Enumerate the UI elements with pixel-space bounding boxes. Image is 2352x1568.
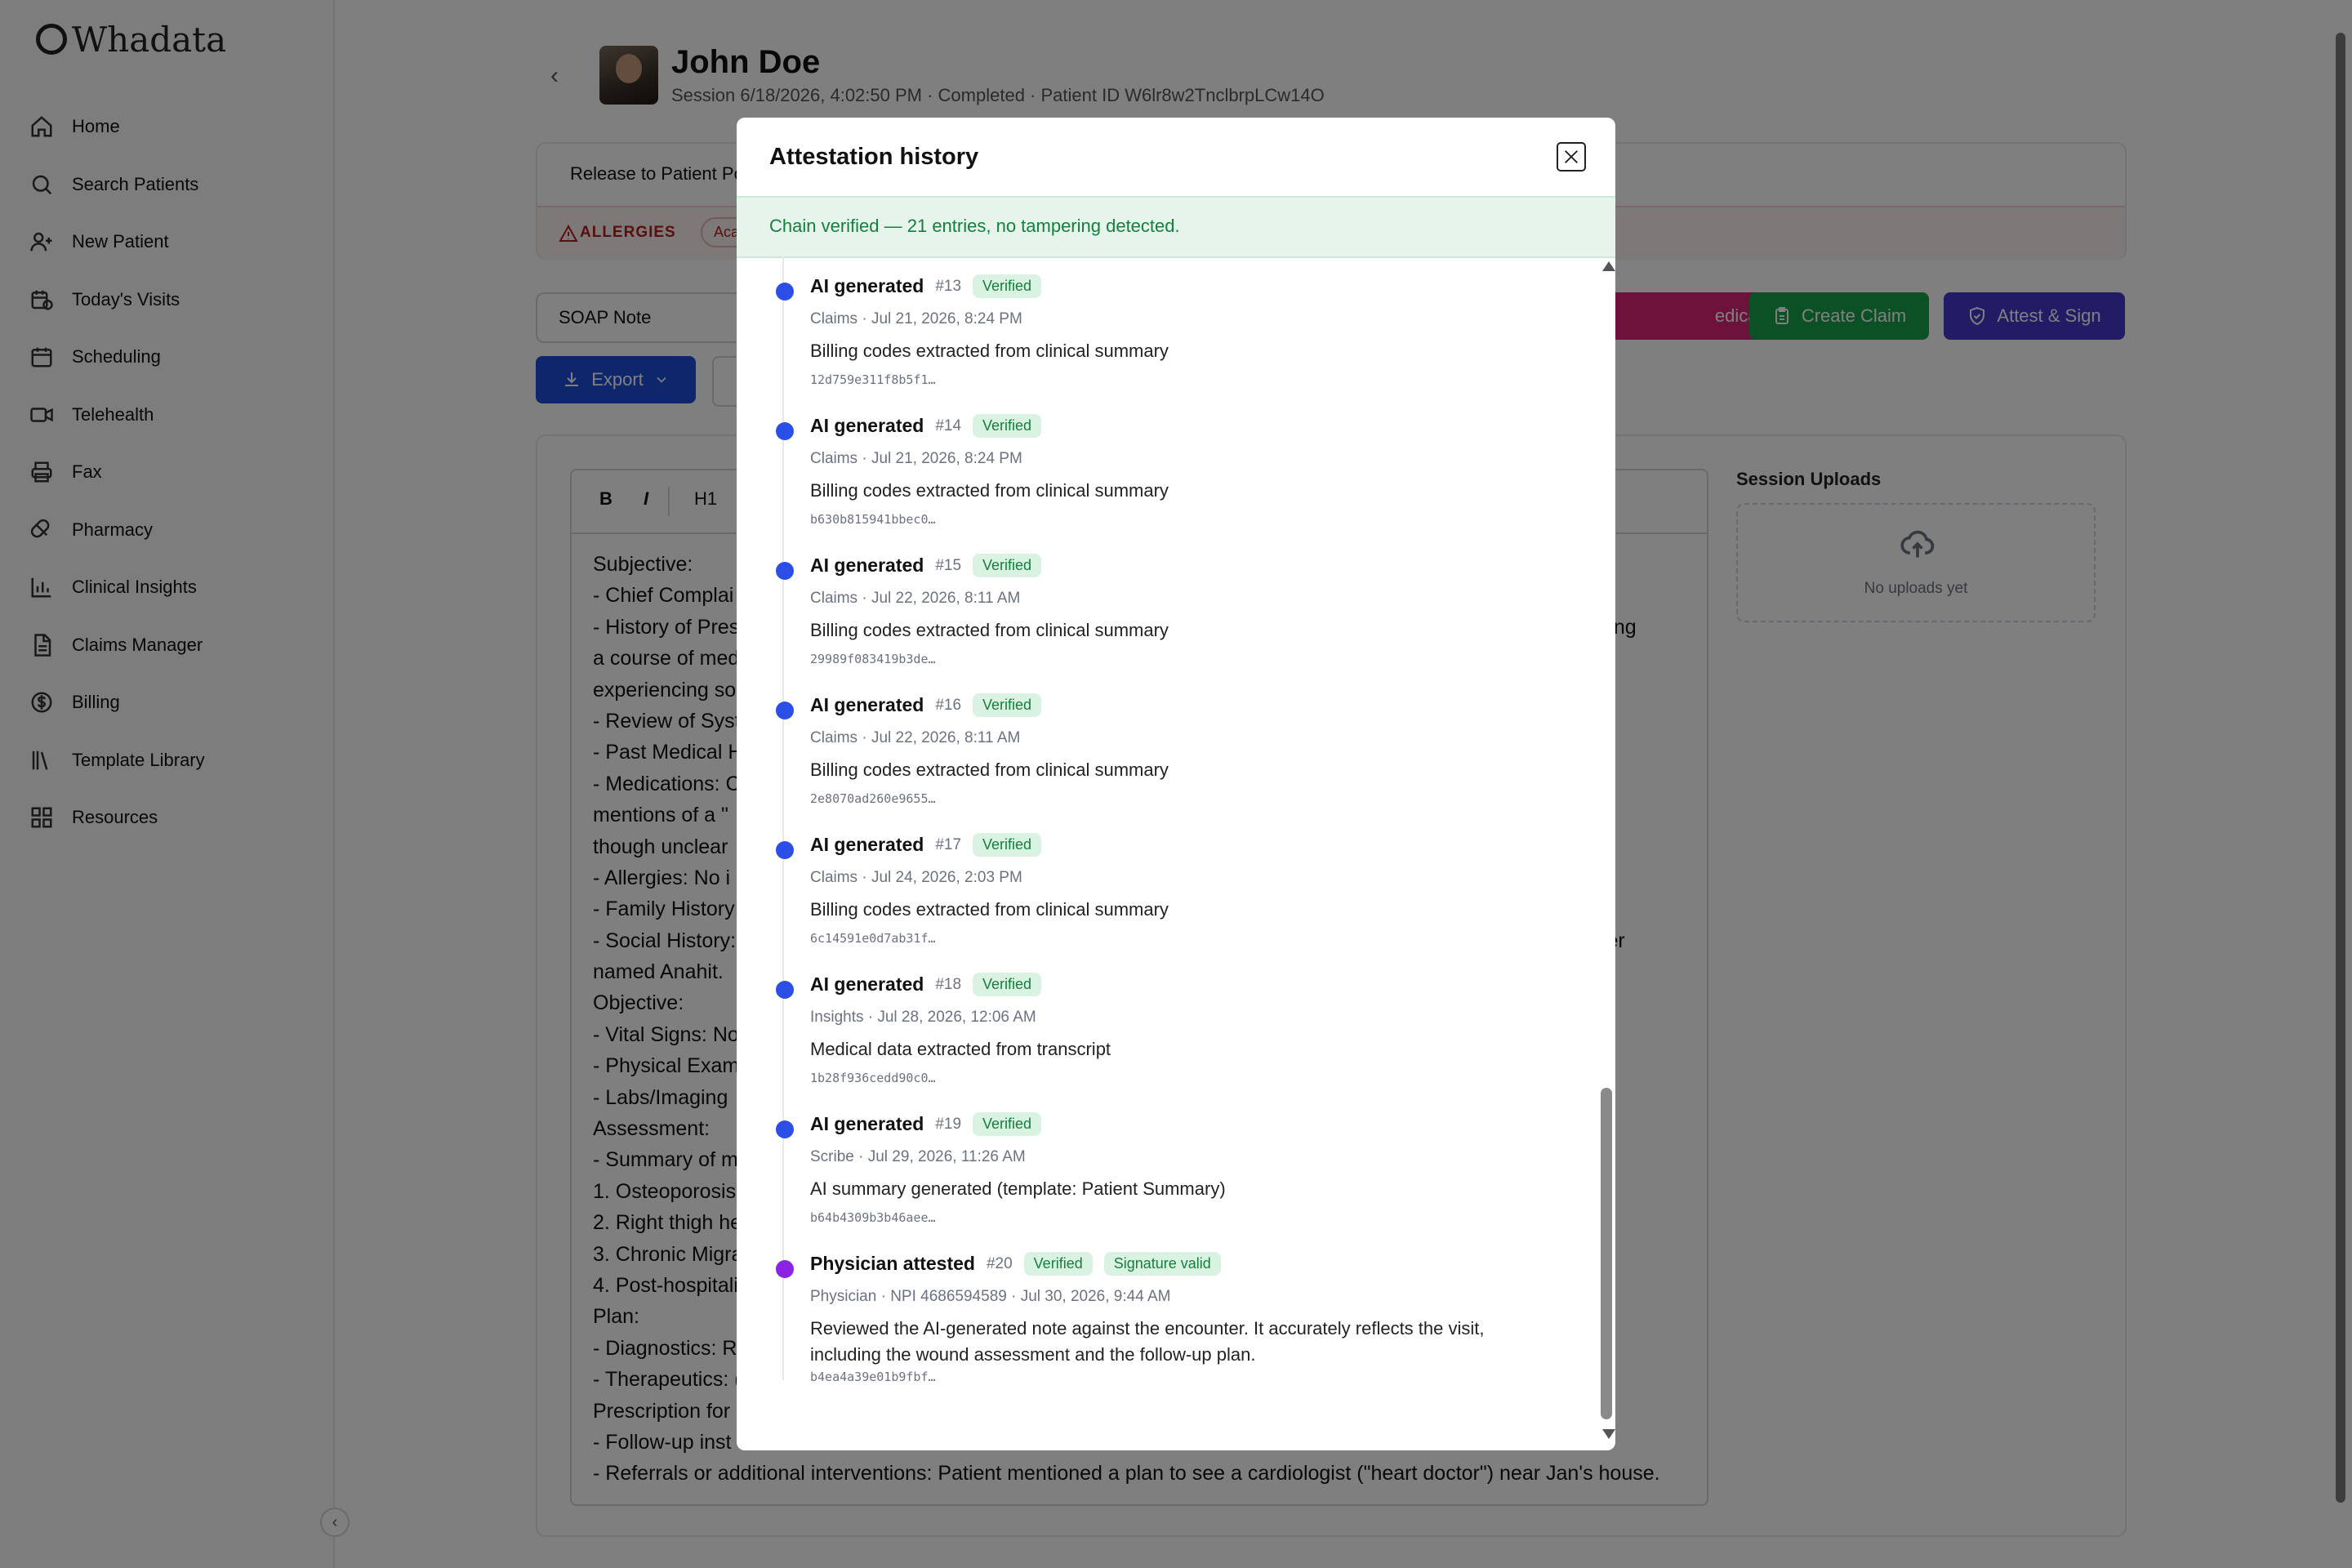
status-badge: Verified	[973, 1112, 1042, 1136]
entry-description: Reviewed the AI-generated note against t…	[810, 1318, 1485, 1365]
chain-verified-banner: Chain verified — 21 entries, no tamperin…	[737, 196, 1615, 258]
entry-hash: 2e8070ad260e9655…	[810, 791, 936, 806]
entry-title: AI generated	[810, 834, 924, 855]
entry-number: #17	[935, 835, 962, 853]
entry-description: Billing codes extracted from clinical su…	[810, 899, 1169, 920]
modal-scrollbar[interactable]	[1597, 256, 1615, 1450]
modal-scrollbar-thumb[interactable]	[1601, 1088, 1612, 1419]
entry-number: #13	[935, 277, 962, 295]
entry-description: Medical data extracted from transcript	[810, 1039, 1111, 1059]
entry-meta: Claims · Jul 22, 2026, 8:11 AM	[810, 729, 1021, 746]
entry-description: Billing codes extracted from clinical su…	[810, 480, 1169, 501]
status-badge: Signature valid	[1103, 1252, 1221, 1276]
entry-number: #20	[986, 1254, 1013, 1272]
entry-meta: Scribe · Jul 29, 2026, 11:26 AM	[810, 1148, 1026, 1165]
entry-header: AI generated #13 Verified	[810, 274, 1042, 298]
entry-number: #19	[935, 1115, 962, 1133]
entry-number: #18	[935, 975, 962, 993]
status-badge: Verified	[1023, 1252, 1093, 1276]
entry-title: AI generated	[810, 275, 924, 296]
entry-title: AI generated	[810, 694, 924, 715]
entry-header: AI generated #16 Verified	[810, 693, 1042, 717]
entry-hash: b4ea4a39e01b9fbf…	[810, 1370, 936, 1384]
attestation-timeline[interactable]: AI generated #13 Verified Claims · Jul 21, …	[737, 256, 1599, 1450]
entry-title: AI generated	[810, 415, 924, 436]
entry-meta: Claims · Jul 24, 2026, 2:03 PM	[810, 869, 1022, 886]
status-badge: Verified	[973, 833, 1042, 857]
entry-description: Billing codes extracted from clinical su…	[810, 341, 1169, 361]
entry-description: AI summary generated (template: Patient …	[810, 1178, 1226, 1199]
entry-header: AI generated #17 Verified	[810, 833, 1042, 857]
entry-meta: Claims · Jul 21, 2026, 8:24 PM	[810, 450, 1022, 467]
entry-header: AI generated #18 Verified	[810, 973, 1042, 996]
app-root: Whadata Home Search Patients New Patient…	[0, 0, 2352, 1568]
entry-hash: b64b4309b3b46aee…	[810, 1210, 936, 1225]
entry-header: AI generated #14 Verified	[810, 414, 1042, 438]
timeline-dot-icon	[776, 981, 794, 999]
modal-title: Attestation history	[769, 144, 979, 170]
status-badge: Verified	[973, 973, 1042, 996]
entry-description: Billing codes extracted from clinical su…	[810, 620, 1169, 640]
timeline-dot-icon	[776, 283, 794, 301]
close-icon	[1565, 150, 1578, 163]
entry-meta: Insights · Jul 28, 2026, 12:06 AM	[810, 1009, 1036, 1026]
timeline-dot-icon	[776, 1260, 794, 1278]
entry-title: AI generated	[810, 555, 924, 576]
timeline-dot-icon	[776, 702, 794, 719]
attestation-history-modal: Attestation history Chain verified — 21 …	[737, 118, 1615, 1450]
entry-header: AI generated #19 Verified	[810, 1112, 1042, 1136]
status-badge: Verified	[973, 414, 1042, 438]
scroll-up-icon[interactable]	[1602, 261, 1615, 271]
entry-header: AI generated #15 Verified	[810, 554, 1042, 577]
entry-hash: 6c14591e0d7ab31f…	[810, 931, 936, 946]
entry-number: #15	[935, 556, 962, 574]
timeline-dot-icon	[776, 422, 794, 440]
scroll-down-icon[interactable]	[1602, 1429, 1615, 1439]
timeline-dot-icon	[776, 1120, 794, 1138]
entry-meta: Claims · Jul 21, 2026, 8:24 PM	[810, 310, 1022, 327]
entry-meta: Claims · Jul 22, 2026, 8:11 AM	[810, 590, 1021, 607]
entry-header: Physician attested #20 Verified Signature v…	[810, 1252, 1221, 1276]
chain-verified-text: Chain verified — 21 entries, no tamperin…	[769, 216, 1180, 236]
status-badge: Verified	[973, 274, 1042, 298]
entry-title: AI generated	[810, 973, 924, 995]
timeline-dot-icon	[776, 562, 794, 580]
entry-number: #14	[935, 416, 962, 434]
entry-title: AI generated	[810, 1113, 924, 1134]
close-button[interactable]	[1557, 142, 1586, 172]
entry-hash: 12d759e311f8b5f1…	[810, 372, 936, 387]
entry-hash: b630b815941bbec0…	[810, 512, 936, 527]
entry-description: Billing codes extracted from clinical su…	[810, 760, 1169, 780]
entry-number: #16	[935, 696, 962, 714]
status-badge: Verified	[973, 554, 1042, 577]
entry-title: Physician attested	[810, 1253, 975, 1274]
entry-hash: 1b28f936cedd90c0…	[810, 1071, 936, 1085]
timeline-dot-icon	[776, 841, 794, 859]
status-badge: Verified	[973, 693, 1042, 717]
entry-meta: Physician · NPI 4686594589 · Jul 30, 202…	[810, 1288, 1171, 1305]
entry-hash: 29989f083419b3de…	[810, 652, 936, 666]
